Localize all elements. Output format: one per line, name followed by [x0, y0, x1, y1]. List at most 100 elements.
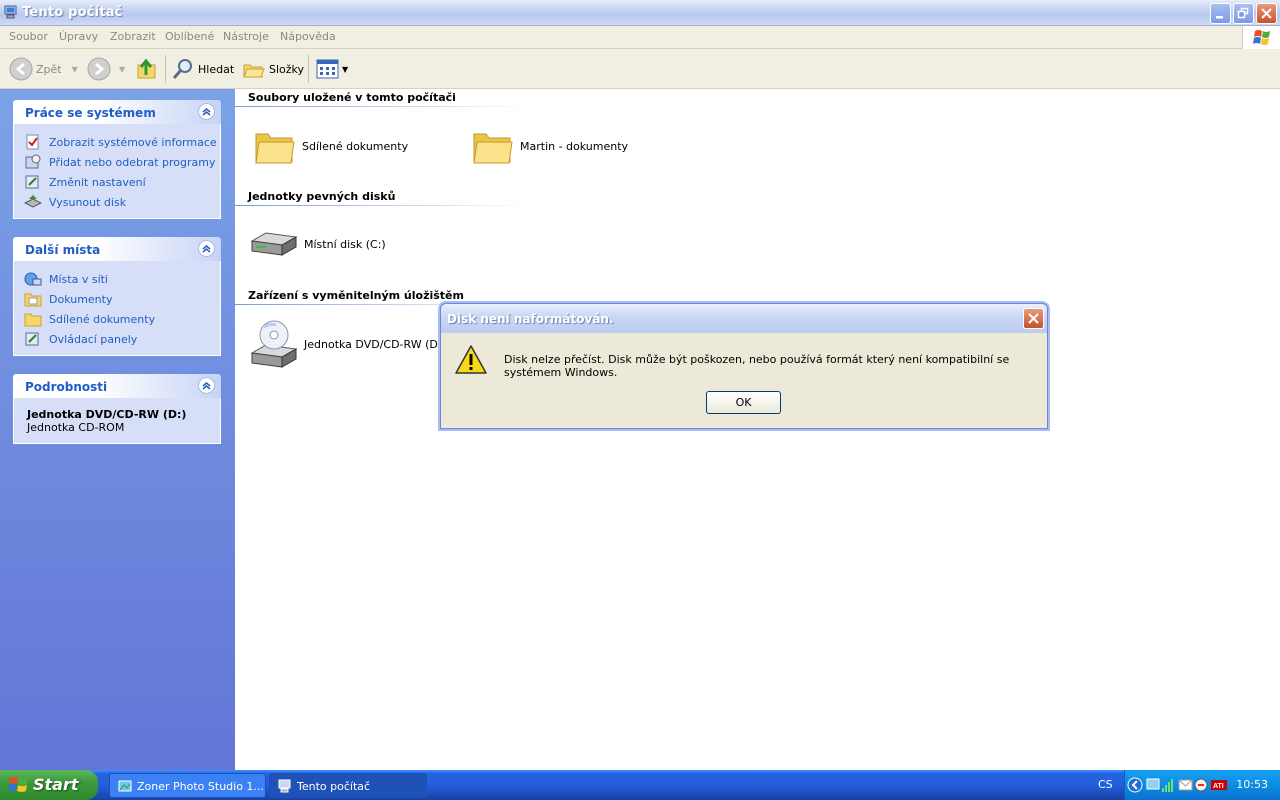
group-header: Zařízení s vyměnitelným úložištěm — [248, 289, 464, 302]
link-label: Sdílené dokumenty — [49, 312, 156, 326]
link-documents[interactable]: Dokumenty — [24, 289, 220, 309]
system-info-icon — [26, 134, 39, 150]
panel-title: Práce se systémem — [25, 106, 156, 120]
menu-help[interactable]: Nápověda — [280, 30, 336, 43]
link-control-panel[interactable]: Ovládací panely — [24, 329, 220, 349]
panel-header[interactable]: Další místa — [13, 237, 221, 261]
network-places-icon — [24, 272, 42, 286]
details-type: Jednotka CD-ROM — [27, 421, 125, 434]
panel-body: Zobrazit systémové informace Přidat nebo… — [13, 124, 221, 219]
minimize-icon — [1216, 16, 1223, 19]
close-button[interactable] — [1256, 3, 1277, 24]
restore-icon — [1237, 7, 1249, 19]
ok-button[interactable]: OK — [706, 391, 781, 414]
up-folder-button[interactable] — [135, 56, 159, 82]
window-titlebar[interactable]: Tento počítač — [0, 0, 1280, 26]
menu-favorites[interactable]: Oblíbené — [165, 30, 214, 43]
link-system-info[interactable]: Zobrazit systémové informace — [24, 132, 220, 152]
item-martin-documents[interactable]: Martin - dokumenty — [472, 126, 628, 166]
item-label: Sdílené dokumenty — [302, 139, 409, 153]
task-pane: Práce se systémem Zobrazit systémové inf… — [0, 89, 235, 770]
clock[interactable]: 10:53 — [1236, 778, 1268, 791]
task-zoner-photo-studio[interactable]: Zoner Photo Studio 1... — [109, 773, 266, 798]
windows-flag-icon — [1253, 30, 1270, 45]
svg-text:ATI: ATI — [1213, 783, 1224, 790]
details-name: Jednotka DVD/CD-RW (D:) — [27, 408, 187, 421]
window-title: Tento počítač — [22, 5, 123, 20]
documents-folder-icon — [24, 293, 42, 307]
link-change-settings[interactable]: Změnit nastavení — [24, 172, 220, 192]
link-label: Zobrazit systémové informace — [49, 135, 217, 149]
menu-view[interactable]: Zobrazit — [110, 30, 156, 43]
dialog-title: Disk není naformátován. — [447, 312, 614, 326]
control-panel-icon — [25, 175, 39, 189]
back-button[interactable]: Zpět ▼ — [9, 56, 78, 82]
menu-tools[interactable]: Nástroje — [223, 30, 269, 43]
control-panel-icon — [25, 332, 39, 346]
link-eject-disk[interactable]: Vysunout disk — [24, 192, 220, 212]
menu-file[interactable]: Soubor — [9, 30, 48, 43]
dvd-drive-icon — [250, 320, 298, 368]
dialog-close-button[interactable] — [1023, 308, 1044, 329]
shared-folder-icon — [24, 313, 42, 327]
error-dialog: Disk není naformátován. Disk nelze přečí… — [440, 303, 1048, 429]
item-shared-documents[interactable]: Sdílené dokumenty — [254, 126, 408, 166]
group-header: Soubory uložené v tomto počítači — [248, 91, 456, 104]
link-add-remove-programs[interactable]: Přidat nebo odebrat programy — [24, 152, 220, 172]
collapse-chevron-icon[interactable] — [198, 377, 215, 394]
start-button[interactable]: Start — [0, 770, 98, 800]
language-indicator[interactable]: CS — [1098, 778, 1113, 791]
views-dropdown-icon[interactable]: ▼ — [342, 65, 348, 74]
task-my-computer[interactable]: Tento počítač — [269, 773, 427, 798]
up-folder-icon — [137, 58, 156, 79]
item-label: Martin - dokumenty — [520, 139, 629, 153]
search-label: Hledat — [198, 62, 235, 76]
windows-flag-icon — [8, 777, 28, 792]
minimize-button[interactable] — [1210, 3, 1231, 24]
link-label: Místa v síti — [49, 272, 108, 286]
folders-button[interactable]: Složky — [242, 56, 304, 82]
eject-disk-icon — [24, 195, 42, 208]
folders-label: Složky — [269, 62, 305, 76]
link-label: Přidat nebo odebrat programy — [49, 155, 216, 169]
panel-title: Podrobnosti — [25, 380, 108, 394]
panel-header[interactable]: Podrobnosti — [13, 374, 221, 398]
menu-edit[interactable]: Úpravy — [59, 30, 98, 43]
panel-header[interactable]: Práce se systémem — [13, 100, 221, 124]
folders-icon — [243, 64, 265, 78]
link-shared-documents[interactable]: Sdílené dokumenty — [24, 309, 220, 329]
link-network-places[interactable]: Místa v síti — [24, 269, 220, 289]
views-icon — [316, 59, 339, 79]
group-divider — [235, 205, 530, 206]
restore-button[interactable] — [1233, 3, 1254, 24]
hard-disk-icon — [250, 232, 298, 256]
photo-studio-icon — [118, 780, 132, 792]
back-dropdown-icon[interactable]: ▼ — [72, 65, 78, 74]
dialog-titlebar[interactable]: Disk není naformátován. — [441, 304, 1047, 333]
views-button[interactable]: ▼ — [316, 56, 348, 82]
toolbar: Zpět ▼ ▼ Hledat Složky ▼ — [0, 49, 1280, 89]
search-button[interactable]: Hledat — [171, 56, 234, 82]
folder-icon — [255, 133, 295, 164]
panel-details: Podrobnosti Jednotka DVD/CD-RW (D:) Jedn… — [13, 374, 221, 444]
menu-bar: Soubor Úpravy Zobrazit Oblíbené Nástroje… — [0, 26, 1280, 49]
link-label: Vysunout disk — [49, 195, 127, 209]
item-label: Místní disk (C:) — [304, 237, 386, 251]
collapse-chevron-icon[interactable] — [198, 103, 215, 120]
panel-body: Místa v síti Dokumenty Sdílené dokumenty… — [13, 261, 221, 356]
search-icon — [172, 59, 192, 79]
group-header: Jednotky pevných disků — [248, 190, 396, 203]
task-label: Tento počítač — [297, 780, 371, 793]
item-local-disk-c[interactable]: Místní disk (C:) — [250, 227, 386, 261]
forward-button[interactable]: ▼ — [87, 56, 125, 82]
panel-title: Další místa — [25, 243, 101, 257]
panel-system-tasks: Práce se systémem Zobrazit systémové inf… — [13, 100, 221, 219]
forward-arrow-icon — [87, 57, 111, 81]
collapse-chevron-icon[interactable] — [198, 240, 215, 257]
link-label: Ovládací panely — [49, 332, 138, 346]
forward-dropdown-icon[interactable]: ▼ — [119, 65, 125, 74]
item-dvd-drive-d[interactable]: Jednotka DVD/CD-RW (D:) — [250, 319, 446, 369]
back-label: Zpět — [36, 62, 62, 76]
my-computer-icon — [278, 779, 291, 793]
taskbar: Start Zoner Photo Studio 1... Tento počí… — [0, 770, 1280, 800]
